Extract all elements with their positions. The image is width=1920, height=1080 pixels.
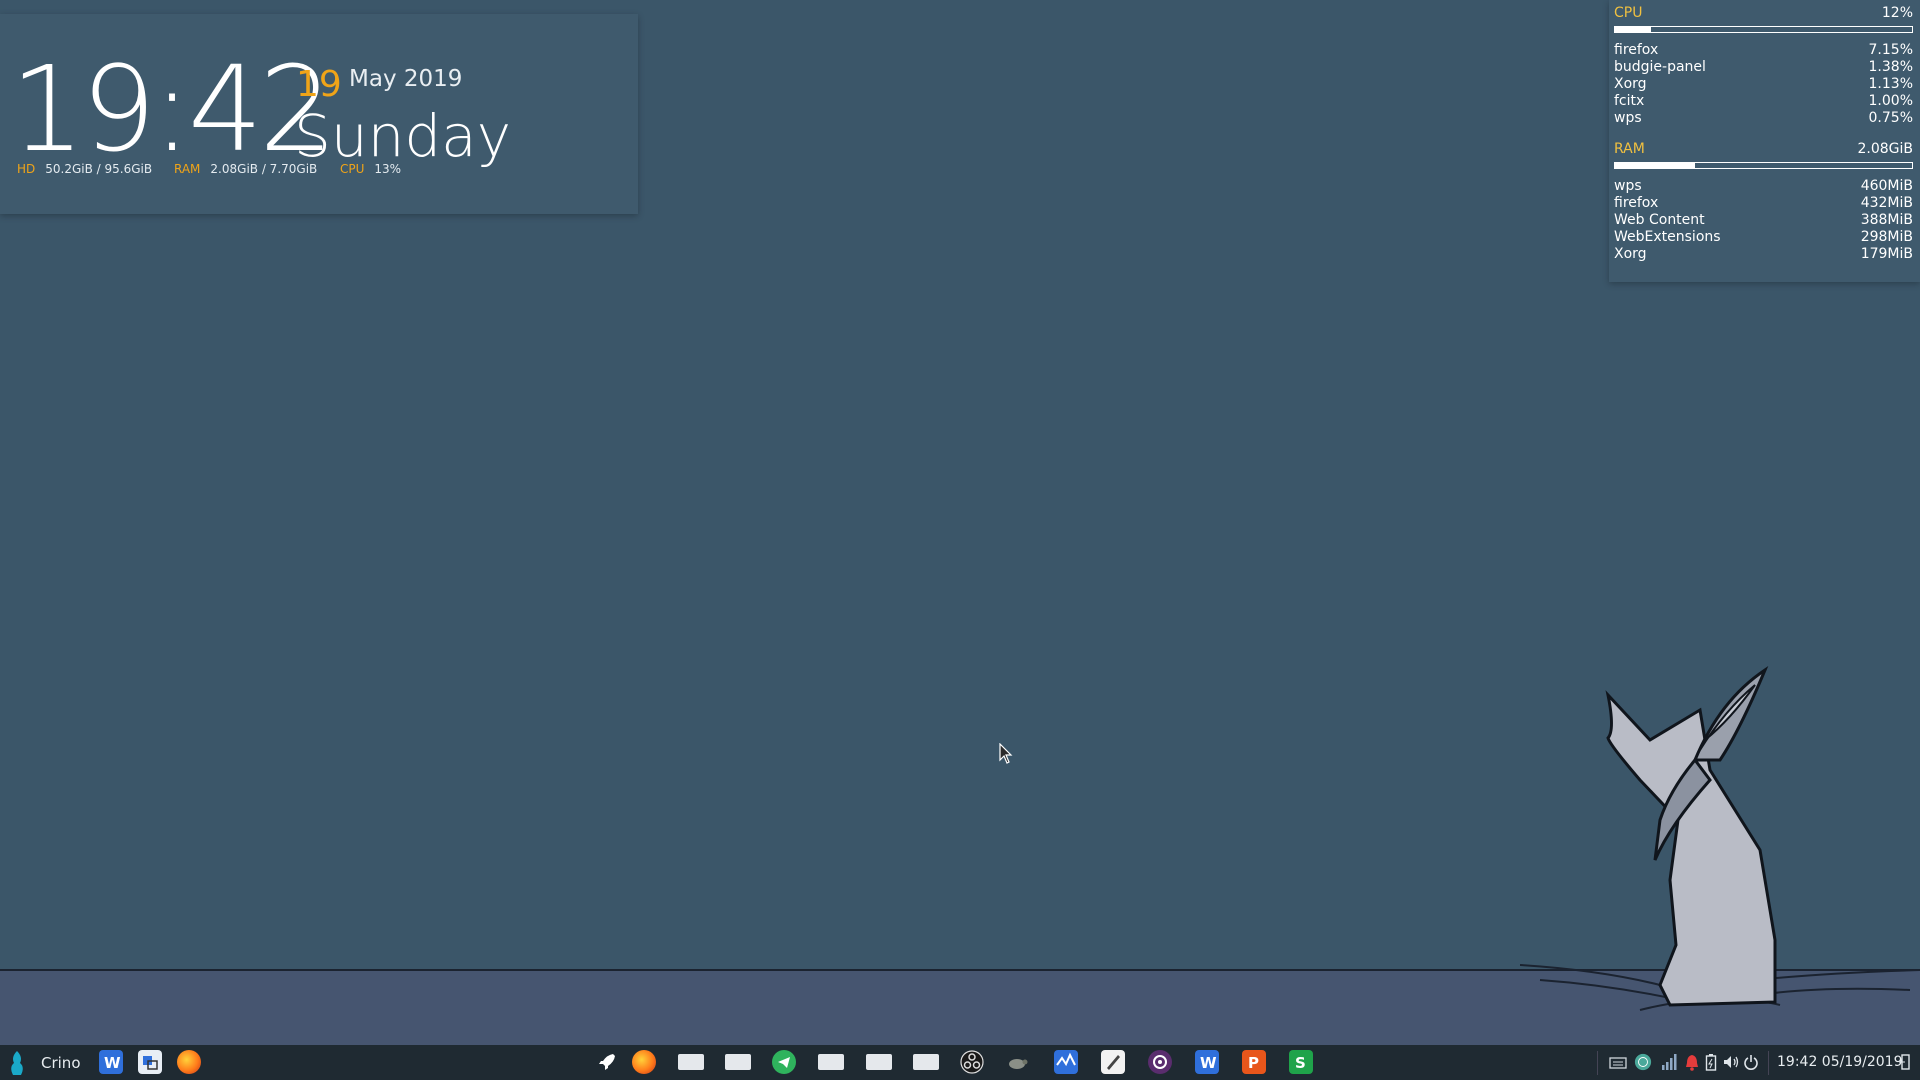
process-name: Xorg — [1614, 76, 1647, 92]
text-editor-icon[interactable] — [1101, 1050, 1125, 1074]
taskbar: Crino W W P S 19:42 05/19/2019 — [0, 1045, 1920, 1080]
cat-wallpaper-illustration — [1520, 666, 1920, 1011]
process-value: 179MiB — [1860, 246, 1913, 262]
volume-icon[interactable] — [1722, 1053, 1740, 1071]
cpu-header: CPU 12% — [1614, 4, 1913, 22]
process-value: 298MiB — [1860, 229, 1913, 245]
clock-month-year: May 2019 — [349, 66, 463, 92]
battery-icon[interactable] — [1705, 1053, 1717, 1071]
process-row: wps 460MiB — [1614, 178, 1913, 195]
process-row: budgie-panel 1.38% — [1614, 59, 1913, 76]
signal-icon[interactable] — [1661, 1053, 1677, 1071]
process-name: WebExtensions — [1614, 229, 1721, 245]
stat-ram: RAM 2.08GiB / 7.70GiB — [174, 162, 317, 176]
svg-text:P: P — [1248, 1054, 1259, 1072]
clock-widget: 19:42 19 May 2019 Sunday HD 50.2GiB / 95.… — [0, 14, 638, 214]
process-value: 1.13% — [1868, 76, 1913, 92]
wps-writer-icon[interactable]: W — [1195, 1050, 1219, 1074]
stat-value: 2.08GiB / 7.70GiB — [210, 162, 318, 176]
process-value: 0.75% — [1868, 110, 1913, 126]
cpu-usage-bar — [1614, 26, 1913, 33]
system-monitor-icon[interactable] — [1054, 1050, 1078, 1074]
wps-presentation-icon[interactable]: P — [1242, 1050, 1266, 1074]
taskbar-separator — [1768, 1051, 1769, 1075]
process-name: wps — [1614, 110, 1642, 126]
stat-value: 50.2GiB / 95.6GiB — [45, 162, 153, 176]
process-name: wps — [1614, 178, 1642, 194]
notification-bell-icon[interactable] — [1685, 1053, 1699, 1071]
firefox-icon[interactable] — [632, 1050, 656, 1074]
tortoise-icon[interactable] — [1005, 1050, 1029, 1074]
process-row: Xorg 179MiB — [1614, 246, 1913, 263]
mouse-cursor-icon — [999, 743, 1013, 764]
svg-text:W: W — [1200, 1054, 1217, 1072]
ram-usage-fill — [1615, 163, 1696, 168]
keyboard-icon[interactable] — [1609, 1053, 1627, 1071]
process-row: WebExtensions 298MiB — [1614, 229, 1913, 246]
process-name: firefox — [1614, 42, 1659, 58]
window-placeholder-icon[interactable] — [725, 1054, 751, 1070]
clock-weekday: Sunday — [294, 102, 512, 170]
obs-studio-icon[interactable] — [960, 1050, 984, 1074]
app-menu-icon[interactable] — [5, 1049, 29, 1077]
taskbar-clock[interactable]: 19:42 05/19/2019 — [1777, 1054, 1903, 1070]
cpu-label: CPU — [1614, 5, 1643, 21]
wps-spreadsheet-icon[interactable]: S — [1289, 1050, 1313, 1074]
ram-usage-bar — [1614, 162, 1913, 169]
firefox-icon[interactable] — [177, 1050, 201, 1074]
ram-header: RAM 2.08GiB — [1614, 140, 1913, 158]
process-name: Xorg — [1614, 246, 1647, 262]
media-player-icon[interactable] — [1148, 1050, 1172, 1074]
ram-label: RAM — [1614, 141, 1645, 157]
process-name: firefox — [1614, 195, 1659, 211]
stat-label: RAM — [174, 162, 201, 176]
process-row: firefox 7.15% — [1614, 42, 1913, 59]
system-monitor-widget: CPU 12% firefox 7.15% budgie-panel 1.38% X… — [1609, 0, 1920, 282]
taskbar-separator — [1597, 1051, 1598, 1075]
stat-label: CPU — [340, 162, 365, 176]
ram-total: 2.08GiB — [1857, 141, 1913, 157]
cpu-total: 12% — [1881, 5, 1913, 21]
process-row: Xorg 1.13% — [1614, 76, 1913, 93]
process-name: Web Content — [1614, 212, 1705, 228]
process-value: 388MiB — [1860, 212, 1913, 228]
process-value: 1.38% — [1868, 59, 1913, 75]
wps-writer-icon[interactable]: W — [99, 1050, 123, 1074]
clock-day: 19 — [296, 64, 342, 105]
telegram-icon[interactable] — [772, 1050, 796, 1074]
process-value: 460MiB — [1860, 178, 1913, 194]
process-row: firefox 432MiB — [1614, 195, 1913, 212]
network-globe-icon[interactable] — [1633, 1053, 1653, 1071]
stat-hd: HD 50.2GiB / 95.6GiB — [17, 162, 152, 176]
window-placeholder-icon[interactable] — [678, 1054, 704, 1070]
process-value: 7.15% — [1868, 42, 1913, 58]
window-placeholder-icon[interactable] — [866, 1054, 892, 1070]
process-value: 432MiB — [1860, 195, 1913, 211]
stat-label: HD — [17, 162, 36, 176]
process-row: wps 0.75% — [1614, 110, 1913, 127]
app-menu-label[interactable]: Crino — [41, 1054, 81, 1072]
power-icon[interactable] — [1743, 1053, 1759, 1071]
cpu-section: CPU 12% firefox 7.15% budgie-panel 1.38% X… — [1614, 4, 1913, 127]
window-placeholder-icon[interactable] — [913, 1054, 939, 1070]
svg-text:S: S — [1295, 1054, 1306, 1072]
process-row: fcitx 1.00% — [1614, 93, 1913, 110]
clock-time: 19:42 — [10, 40, 334, 178]
window-placeholder-icon[interactable] — [818, 1054, 844, 1070]
stat-value: 13% — [374, 162, 402, 176]
process-value: 1.00% — [1868, 93, 1913, 109]
screenshot-tool-icon[interactable] — [138, 1050, 162, 1074]
show-desktop-icon[interactable] — [1898, 1053, 1912, 1071]
svg-text:W: W — [104, 1054, 121, 1072]
ram-section: RAM 2.08GiB wps 460MiB firefox 432MiB Web … — [1614, 140, 1913, 263]
stat-cpu: CPU 13% — [340, 162, 401, 176]
rocket-launcher-icon[interactable] — [595, 1050, 619, 1074]
cpu-usage-fill — [1615, 27, 1651, 32]
process-name: budgie-panel — [1614, 59, 1706, 75]
process-row: Web Content 388MiB — [1614, 212, 1913, 229]
process-name: fcitx — [1614, 93, 1645, 109]
